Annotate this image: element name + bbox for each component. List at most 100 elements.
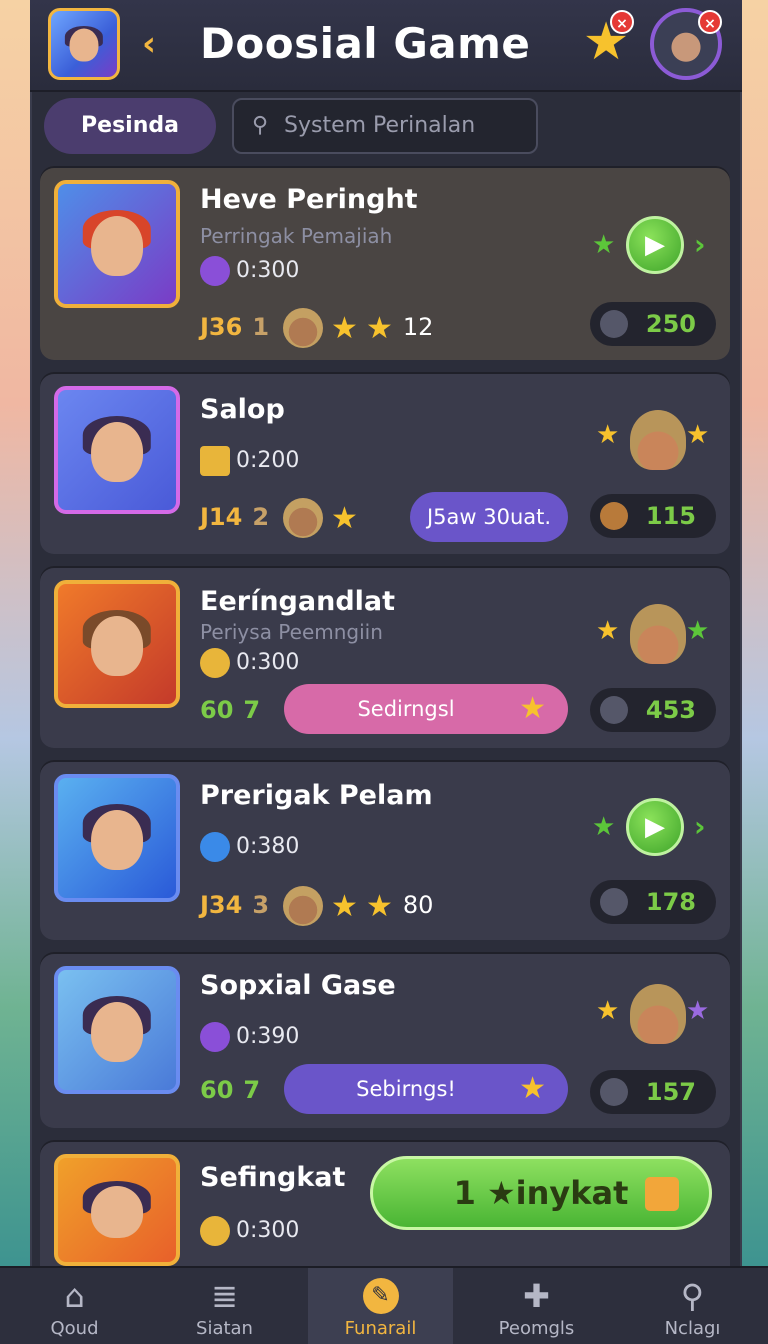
page-title: Doosial Game <box>200 19 531 68</box>
art-face <box>91 422 143 483</box>
bottom-nav: ⌂ Qoud ≣ Siatan ✎ Funarail ✚ Peomgls ⚲ N… <box>0 1266 768 1344</box>
nav-home[interactable]: ⌂ Qoud <box>2 1268 147 1344</box>
rank-number: 3 <box>252 891 270 919</box>
score-pill: 250 <box>590 302 716 346</box>
star-icon: ★ <box>596 996 620 1026</box>
profile-close-icon[interactable]: × <box>698 10 722 34</box>
time-value: 0:200 <box>236 448 300 473</box>
pill-label: Sebirngs! <box>356 1077 456 1101</box>
game-card[interactable]: Sefingkat 0:300 1 ★inykat <box>40 1140 730 1266</box>
score-value: 157 <box>645 1078 696 1106</box>
pill-label: Sedirngsl <box>357 697 455 721</box>
game-card[interactable]: Heve Peringht Perringak Pemajiah 0:300 J… <box>40 166 730 360</box>
coins-icon <box>200 1216 230 1246</box>
back-chevron-icon[interactable]: ‹ <box>142 22 172 66</box>
blue-gem-icon <box>200 832 230 862</box>
potion-icon <box>200 256 230 286</box>
nav-active[interactable]: ✎ Funarail <box>308 1268 453 1344</box>
search-person-icon: ⚲ <box>680 1277 705 1315</box>
game-subtitle: Perringak Pemajiah <box>200 224 393 248</box>
game-art <box>54 386 180 514</box>
explorer-icon <box>283 308 324 348</box>
header-bar: ‹ Doosial Game ★ × × <box>30 0 742 92</box>
art-face <box>91 216 143 277</box>
game-time: 0:300 <box>200 648 400 678</box>
search-icon: ⚲ <box>252 113 269 138</box>
score-value: 453 <box>645 696 696 724</box>
star-icon: ★ <box>331 310 358 346</box>
level-label: J14 <box>200 503 243 531</box>
chevron-right-icon[interactable]: › <box>694 810 706 843</box>
gift-icon <box>645 1177 679 1211</box>
time-value: 0:380 <box>236 834 300 859</box>
tab-pesinda[interactable]: Pesinda <box>44 98 216 154</box>
game-art <box>54 1154 180 1266</box>
pencil-icon: ✎ <box>362 1278 399 1314</box>
game-art <box>54 774 180 902</box>
game-stats: J34 3 ★ ★ 80 <box>200 886 500 926</box>
rank-number: 2 <box>252 503 270 531</box>
game-time: 0:300 <box>200 1216 400 1246</box>
score-icon <box>600 696 628 724</box>
game-art <box>54 580 180 708</box>
game-card[interactable]: Eeríngandlat Periysa Peemngiin 0:300 60 7… <box>40 566 730 748</box>
search-placeholder: System Perinalan <box>284 113 476 138</box>
level-label: 60 <box>200 696 234 724</box>
purple-gem-icon <box>200 1022 230 1052</box>
star-icon: ★ <box>331 500 358 536</box>
score-value: 178 <box>645 888 696 916</box>
score-icon <box>600 888 628 916</box>
explorer-character <box>630 604 686 664</box>
play-button[interactable]: ▶ <box>626 798 684 856</box>
explorer-icon <box>283 886 324 926</box>
game-card[interactable]: Salop 0:200 J14 2 ★ J5aw 30uat. ★ ★ 115 <box>40 372 730 554</box>
game-time: 0:200 <box>200 446 400 476</box>
level-label: 60 <box>200 1076 234 1104</box>
game-time: 0:300 <box>200 256 400 286</box>
game-time: 0:390 <box>200 1022 400 1052</box>
score-icon <box>600 502 628 530</box>
game-title: Eeríngandlat <box>200 586 396 617</box>
avatar-face <box>69 28 99 62</box>
art-face <box>91 810 143 871</box>
search-input[interactable]: ⚲ System Perinalan <box>232 98 538 154</box>
purple-star-icon: ★ <box>686 996 710 1026</box>
rank-number: 7 <box>243 1076 261 1104</box>
settings-pill-button[interactable]: Sebirngs! ★ <box>284 1064 568 1114</box>
time-value: 0:300 <box>236 258 300 283</box>
nav-people[interactable]: ✚ Peomgls <box>464 1268 609 1344</box>
score-pill: 453 <box>590 688 716 732</box>
nav-list[interactable]: ≣ Siatan <box>152 1268 297 1344</box>
score-pill: 157 <box>590 1070 716 1114</box>
level-label: J34 <box>200 891 243 919</box>
score-pill: 115 <box>590 494 716 538</box>
close-icon[interactable]: × <box>610 10 634 34</box>
chevron-right-icon[interactable]: › <box>694 228 706 261</box>
score-value: 115 <box>645 502 696 530</box>
player-avatar[interactable] <box>48 8 120 80</box>
nav-label: Funarail <box>344 1318 417 1339</box>
play-button[interactable]: ▶ <box>626 216 684 274</box>
nav-label: Peomgls <box>498 1318 575 1339</box>
star-icon: ★ <box>596 616 620 646</box>
green-star-icon: ★ <box>592 812 616 842</box>
game-card[interactable]: Prerigak Pelam 0:380 J34 3 ★ ★ 80 ★ ▶ › 178 <box>40 760 730 940</box>
game-subtitle: Periysa Peemngiin <box>200 620 383 644</box>
star-icon: ★ <box>519 1071 546 1106</box>
nav-label: Qoud <box>50 1318 99 1339</box>
claim-button[interactable]: 1 ★inykat <box>370 1156 712 1230</box>
nav-search[interactable]: ⚲ Nclagı <box>620 1268 765 1344</box>
star-icon: ★ <box>686 420 710 450</box>
time-value: 0:390 <box>236 1024 300 1049</box>
game-title: Salop <box>200 394 285 425</box>
art-face <box>91 616 143 677</box>
green-star-icon: ★ <box>592 230 616 260</box>
game-art <box>54 180 180 308</box>
nav-label: Nclagı <box>664 1318 721 1339</box>
game-art <box>54 966 180 1094</box>
star-count: 80 <box>402 891 434 919</box>
game-card[interactable]: Sopxial Gase 0:390 60 7 Sebirngs! ★ ★ ★ 1… <box>40 952 730 1128</box>
game-title: Prerigak Pelam <box>200 780 433 811</box>
settings-pill-button[interactable]: Sedirngsl ★ <box>284 684 568 734</box>
timer-tag[interactable]: J5aw 30uat. <box>410 492 568 542</box>
